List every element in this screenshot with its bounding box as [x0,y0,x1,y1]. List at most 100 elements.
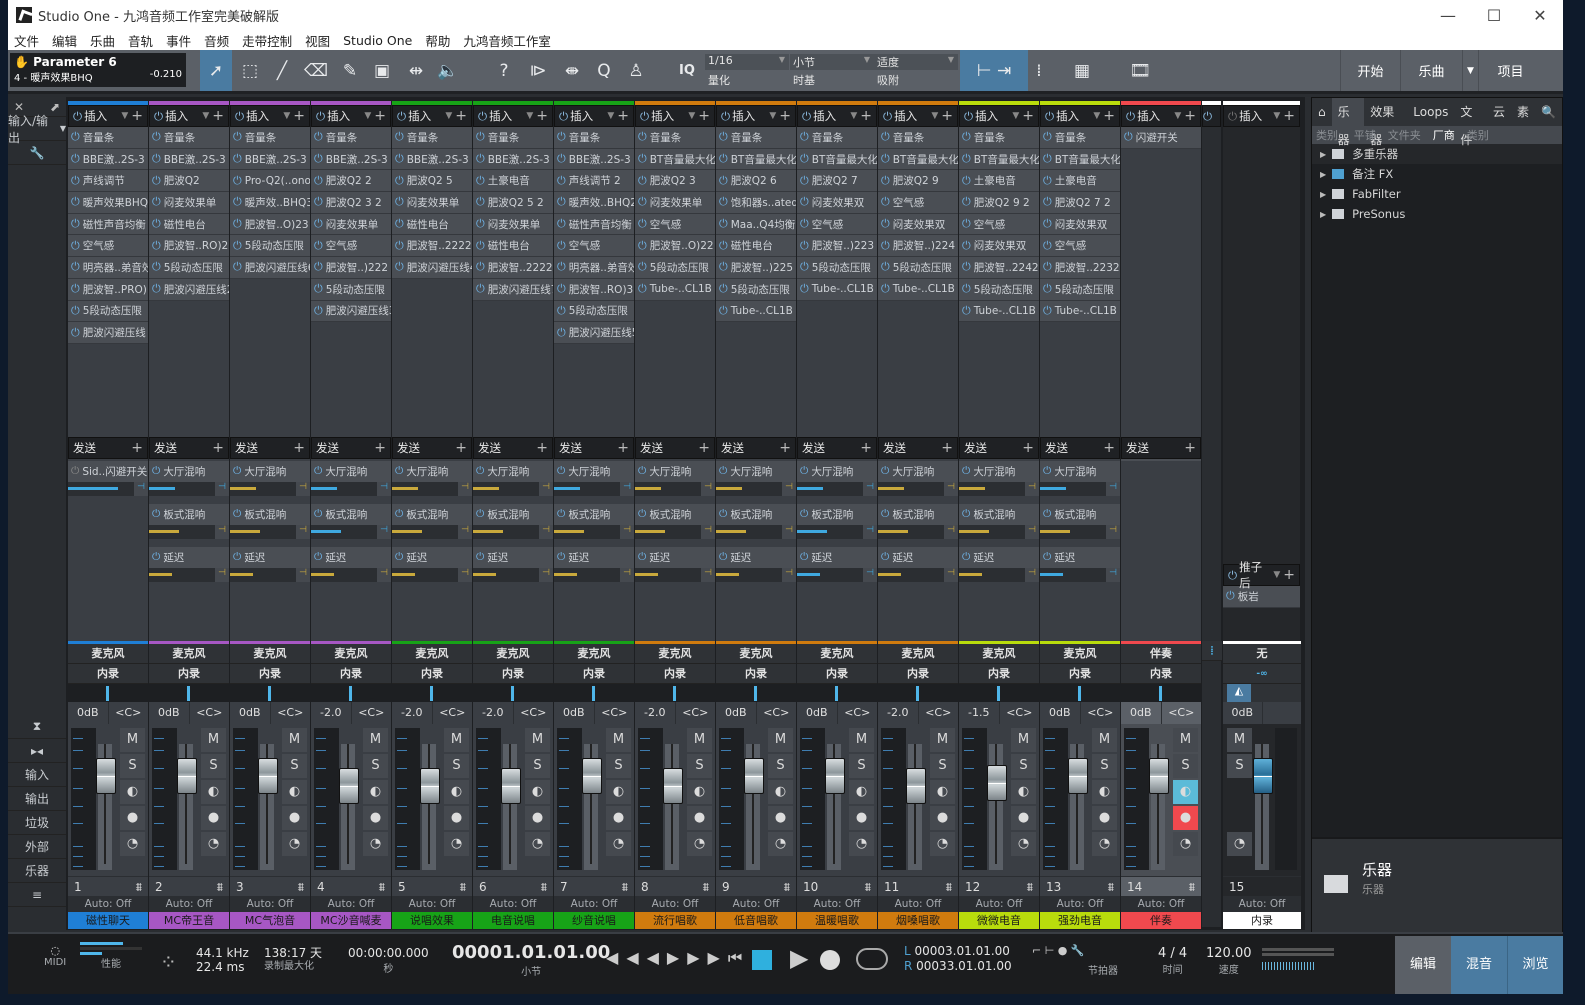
insert-slot[interactable]: ⏻ 磁性电台 [473,235,553,258]
monitor-button[interactable]: ◐ [363,780,388,804]
insert-slot[interactable]: ⏻ 肥波智..2242 [959,257,1039,279]
input-select[interactable]: 麦克风 [716,644,796,664]
send-slot[interactable]: ⏻ 大厅混响 ⊣ [392,461,472,504]
power-icon[interactable]: ⏻ [1045,109,1054,124]
record-arm-button[interactable]: ● [282,806,307,830]
insert-slot[interactable]: ⏻ 土豪电音 [473,170,553,193]
power-icon[interactable]: ⏻ [395,152,404,166]
send-level-slider[interactable]: ⊣ [716,568,796,582]
insert-slot[interactable]: ⏻ Tube-..CL1B [1040,300,1120,323]
help-icon[interactable]: ? [488,50,520,91]
channel-name[interactable]: 磁性聊天 [68,912,148,929]
add-insert-icon[interactable]: + [374,108,386,124]
auto-quantize-icon[interactable]: ♙ [620,50,652,91]
power-icon[interactable]: ⏻ [1043,239,1052,253]
send-header[interactable]: 发送 + [716,437,796,459]
sort-category[interactable]: 类别 [1467,127,1489,143]
send-slot[interactable]: ⏻ 大厅混响 ⊣ [149,461,229,504]
song-page-button[interactable]: 乐曲 [1400,50,1462,91]
send-slot[interactable]: ⏻ 延迟 ⊣ [230,547,310,590]
power-icon[interactable]: ⏻ [962,551,970,564]
insert-slot[interactable]: ⏻ 5段动态压限 [716,278,796,301]
add-insert-icon[interactable]: + [860,108,872,124]
power-icon[interactable]: ⏻ [476,174,485,188]
fader-handle[interactable] [258,758,278,794]
menu-file[interactable]: 文件 [14,31,39,50]
power-icon[interactable]: ⏻ [638,260,647,274]
volume-value[interactable]: -2.0 [878,702,919,724]
output-select[interactable]: 内录 [716,664,796,684]
channel-edit-icon[interactable]: ⩩ [622,877,628,896]
audio-bend-icon[interactable]: ⇼ [556,50,588,91]
insert-slot[interactable]: ⏻ 肥波Q2 9 2 [959,192,1039,214]
range-tool-icon[interactable]: ⬚ [234,50,266,91]
send-level-slider[interactable]: ⊣ [68,482,148,496]
insert-slot[interactable]: ⏻ Tube-..CL1B [959,300,1039,323]
bend-marker-icon[interactable]: ⧐ [522,50,554,91]
fader-handle[interactable] [420,768,440,804]
add-insert-icon[interactable]: + [293,108,305,124]
solo-button[interactable]: S [201,754,226,778]
power-icon[interactable]: ⏻ [233,508,241,521]
solo-button[interactable]: S [1173,754,1198,778]
pan-value[interactable]: <C> [271,702,311,724]
pre-post-icon[interactable]: ⊣ [701,482,715,496]
power-icon[interactable]: ⏻ [233,152,242,166]
add-send-icon[interactable]: + [455,440,467,456]
automation-mode[interactable]: Auto: Off [311,896,391,912]
automation-mode[interactable]: Auto: Off [1121,896,1201,912]
insert-slot[interactable]: ⏻ 音量条 [473,127,553,149]
output-select[interactable]: 内录 [392,664,472,684]
insert-header[interactable]: ⏻ 插入 ▼ + [1040,105,1120,127]
pan-value[interactable]: <C> [352,702,392,724]
power-icon[interactable]: ⏻ [316,109,325,124]
insert-header[interactable]: ⏻ 插入 ▼ + [473,105,553,127]
record-arm-button[interactable]: ● [1011,806,1036,830]
pan-value[interactable]: <C> [676,702,716,724]
insert-slot[interactable]: ⏻ BT音量最大化 [1040,148,1120,171]
power-icon[interactable]: ⏻ [1043,282,1052,296]
add-insert-icon[interactable]: + [536,108,548,124]
mute-tool-icon[interactable]: ▣ [366,50,398,91]
show-external-button[interactable]: 外部 [8,835,66,859]
send-slot[interactable]: ⏻ 板式混响 ⊣ [230,504,310,547]
pan-slider[interactable] [797,684,877,702]
power-icon[interactable]: ⏻ [719,282,728,296]
send-level-slider[interactable]: ⊣ [635,568,715,582]
send-header[interactable]: 发送 + [230,437,310,459]
insert-header[interactable]: ⏻ 插入 ▼ + [392,105,472,127]
add-send-icon[interactable]: + [131,440,143,456]
pre-post-icon[interactable]: ⊣ [539,525,553,539]
insert-slot[interactable]: ⏻ Tube-..CL1B [635,278,715,301]
power-icon[interactable]: ⏻ [395,130,404,144]
insert-slot[interactable]: ⏻ 磁性电台 [149,213,229,236]
channel-edit-icon[interactable]: ⩩ [784,877,790,896]
insert-slot[interactable]: ⏻ 音量条 [149,127,229,149]
send-level-slider[interactable]: ⊣ [797,568,877,582]
precount-icons[interactable]: ⌐ ⊢ ● 🔧 [1032,944,1085,957]
pre-post-icon[interactable]: ⊣ [539,482,553,496]
send-level-slider[interactable]: ⊣ [878,568,958,582]
channel-name[interactable]: 伴奏 [1121,912,1201,929]
insert-slot[interactable]: ⏻ 肥波Q2 7 [797,170,877,193]
volume-value[interactable]: 0dB [230,702,271,724]
fader-track[interactable] [908,744,922,870]
add-insert-icon[interactable]: + [131,108,143,124]
channel-edit-icon[interactable]: ⩩ [460,877,466,896]
power-icon[interactable]: ⏻ [1043,508,1051,521]
input-select[interactable]: 麦克风 [635,644,715,664]
power-icon[interactable]: ⏻ [962,465,970,478]
channel-edit-icon[interactable]: ⩩ [703,877,709,896]
show-trash-button[interactable]: 垃圾 [8,811,66,835]
power-icon[interactable]: ⏻ [1043,130,1052,144]
fader-handle[interactable] [582,758,602,794]
power-icon[interactable]: ⏻ [800,174,809,188]
pre-post-icon[interactable]: ⊣ [863,525,877,539]
pre-post-icon[interactable]: ⊣ [539,568,553,582]
solo-button[interactable]: S [1011,754,1036,778]
power-icon[interactable]: ⏻ [71,174,80,188]
power-icon[interactable]: ⏻ [476,152,485,166]
insert-slot[interactable]: ⏻ BBE激..2S-3 [554,148,634,171]
seconds-display[interactable]: 00:00:00.000 秒 [348,946,429,975]
menu-view[interactable]: 视图 [305,31,330,50]
